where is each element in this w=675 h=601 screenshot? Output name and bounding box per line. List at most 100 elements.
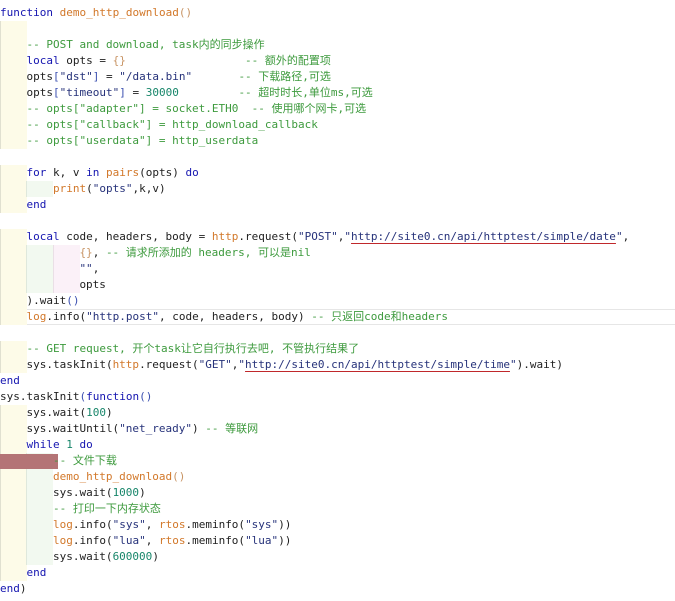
code-line[interactable]: log.info("http.post", code, headers, bod… bbox=[0, 309, 675, 325]
indent-guide bbox=[0, 69, 27, 85]
code-token: 1 bbox=[66, 438, 73, 451]
code-line[interactable]: sys.taskInit(function() bbox=[0, 389, 675, 405]
code-line[interactable]: while 1 do bbox=[0, 437, 675, 453]
code-token: )) bbox=[278, 534, 292, 547]
code-text: sys.wait(100) bbox=[26, 406, 112, 419]
indent-guide bbox=[0, 501, 27, 517]
code-token: "lua" bbox=[112, 534, 146, 547]
code-line[interactable]: end bbox=[0, 565, 675, 581]
code-token: ( bbox=[86, 182, 93, 195]
code-line[interactable]: ).wait() bbox=[0, 293, 675, 309]
indent-guide bbox=[26, 485, 54, 501]
code-text: end bbox=[0, 374, 20, 387]
code-line[interactable]: -- opts["callback"] = http_download_call… bbox=[0, 117, 675, 133]
indent-guide bbox=[0, 165, 27, 181]
url-link[interactable]: http://site0.cn/api/httptest/simple/date bbox=[351, 230, 616, 243]
code-text: opts["timeout"] = 30000 -- 超时时长,单位ms,可选 bbox=[26, 86, 372, 99]
code-line[interactable]: -- 打印一下内存状态 bbox=[0, 501, 675, 517]
code-token: -- 请求所添加的 headers, 可以是nil bbox=[105, 246, 311, 259]
code-editor[interactable]: function demo_http_download() -- POST and… bbox=[0, 5, 675, 597]
code-line[interactable]: opts bbox=[0, 277, 675, 293]
code-text: "", bbox=[79, 262, 99, 275]
code-line[interactable]: -- opts["userdata"] = http_userdata bbox=[0, 133, 675, 149]
code-line[interactable]: {}, -- 请求所添加的 headers, 可以是nil bbox=[0, 245, 675, 261]
url-link[interactable]: http://site0.cn/api/httptest/simple/time bbox=[245, 358, 510, 371]
code-line[interactable]: log.info("sys", rtos.meminfo("sys")) bbox=[0, 517, 675, 533]
code-line[interactable]: sys.wait(1000) bbox=[0, 485, 675, 501]
code-line[interactable]: sys.taskInit(http.request("GET","http://… bbox=[0, 357, 675, 373]
code-token: sys.wait( bbox=[52, 486, 113, 499]
indent-guide bbox=[0, 117, 27, 133]
code-token: "/data.bin" bbox=[119, 70, 193, 83]
code-line[interactable]: -- opts["adapter"] = socket.ETH0 -- 使用哪个… bbox=[0, 101, 675, 117]
code-text: -- opts["callback"] = http_download_call… bbox=[26, 118, 317, 131]
code-line[interactable]: -- POST and download, task内的同步操作 bbox=[0, 37, 675, 53]
code-text: end bbox=[26, 198, 46, 211]
indent-guide bbox=[26, 501, 54, 517]
code-text: sys.waitUntil("net_ready") -- 等联网 bbox=[26, 422, 258, 435]
code-token: local bbox=[26, 54, 60, 67]
indent-guide bbox=[0, 21, 27, 37]
code-line[interactable] bbox=[0, 21, 675, 37]
code-token: 600000 bbox=[112, 550, 153, 563]
code-line[interactable]: for k, v in pairs(opts) do bbox=[0, 165, 675, 181]
code-text: end bbox=[26, 566, 46, 579]
code-token: sys.wait( bbox=[52, 550, 113, 563]
indent-guide bbox=[26, 533, 54, 549]
code-line[interactable]: -- GET request, 开个task让它自行执行去吧, 不管执行结果了 bbox=[0, 341, 675, 357]
code-token: {} bbox=[112, 54, 126, 67]
code-line[interactable]: local code, headers, body = http.request… bbox=[0, 229, 675, 245]
code-line[interactable]: local opts = {} -- 额外的配置项 bbox=[0, 53, 675, 69]
code-token: log bbox=[26, 310, 47, 323]
code-text: function demo_http_download() bbox=[0, 6, 192, 19]
indent-guide bbox=[0, 533, 27, 549]
code-line[interactable] bbox=[0, 325, 675, 341]
code-line[interactable]: -- 文件下载 bbox=[0, 453, 675, 469]
code-token: -- 等联网 bbox=[205, 422, 259, 435]
code-token: .info( bbox=[72, 518, 113, 531]
code-text: -- POST and download, task内的同步操作 bbox=[26, 38, 264, 51]
code-token: ) bbox=[139, 486, 146, 499]
code-line[interactable]: function demo_http_download() bbox=[0, 5, 675, 21]
code-token: "opts" bbox=[92, 182, 133, 195]
code-line[interactable]: demo_http_download() bbox=[0, 469, 675, 485]
code-line[interactable] bbox=[0, 213, 675, 229]
indent-guide bbox=[26, 181, 54, 197]
code-token: [ bbox=[52, 86, 60, 99]
code-token: k, v bbox=[46, 166, 87, 179]
code-text: sys.taskInit(http.request("GET","http://… bbox=[26, 358, 562, 371]
code-token: -- POST and download, task内的同步操作 bbox=[26, 38, 265, 51]
code-line[interactable]: end) bbox=[0, 581, 675, 597]
indent-guide bbox=[0, 85, 27, 101]
code-token: {} bbox=[79, 246, 93, 259]
code-line[interactable]: sys.waitUntil("net_ready") -- 等联网 bbox=[0, 421, 675, 437]
code-text: log.info("http.post", code, headers, bod… bbox=[26, 310, 448, 323]
code-text: for k, v in pairs(opts) do bbox=[26, 166, 198, 179]
code-token: local bbox=[26, 230, 60, 243]
code-line[interactable] bbox=[0, 149, 675, 165]
code-line[interactable]: end bbox=[0, 197, 675, 213]
code-token: ) bbox=[105, 406, 113, 419]
breakpoint-marker[interactable] bbox=[0, 454, 58, 469]
code-line[interactable]: sys.wait(600000) bbox=[0, 549, 675, 565]
code-token: end bbox=[0, 374, 20, 387]
code-token: rtos bbox=[158, 518, 186, 531]
code-line[interactable]: end bbox=[0, 373, 675, 389]
indent-guide bbox=[0, 261, 27, 277]
code-token: ] bbox=[119, 86, 126, 99]
indent-guide bbox=[0, 181, 27, 197]
code-token: do bbox=[79, 438, 93, 451]
code-line[interactable]: "", bbox=[0, 261, 675, 277]
code-token: -- 文件下载 bbox=[52, 454, 117, 467]
code-line[interactable]: log.info("lua", rtos.meminfo("lua")) bbox=[0, 533, 675, 549]
indent-guide bbox=[26, 245, 54, 261]
indent-guide bbox=[0, 469, 27, 485]
code-line[interactable]: opts["timeout"] = 30000 -- 超时时长,单位ms,可选 bbox=[0, 85, 675, 101]
code-line[interactable]: print("opts",k,v) bbox=[0, 181, 675, 197]
code-line[interactable]: opts["dst"] = "/data.bin" -- 下载路径,可选 bbox=[0, 69, 675, 85]
code-token: print bbox=[52, 182, 87, 195]
code-line[interactable]: sys.wait(100) bbox=[0, 405, 675, 421]
indent-guide bbox=[26, 261, 54, 277]
code-token: "http.post" bbox=[86, 310, 159, 323]
code-token: ) bbox=[19, 582, 27, 595]
